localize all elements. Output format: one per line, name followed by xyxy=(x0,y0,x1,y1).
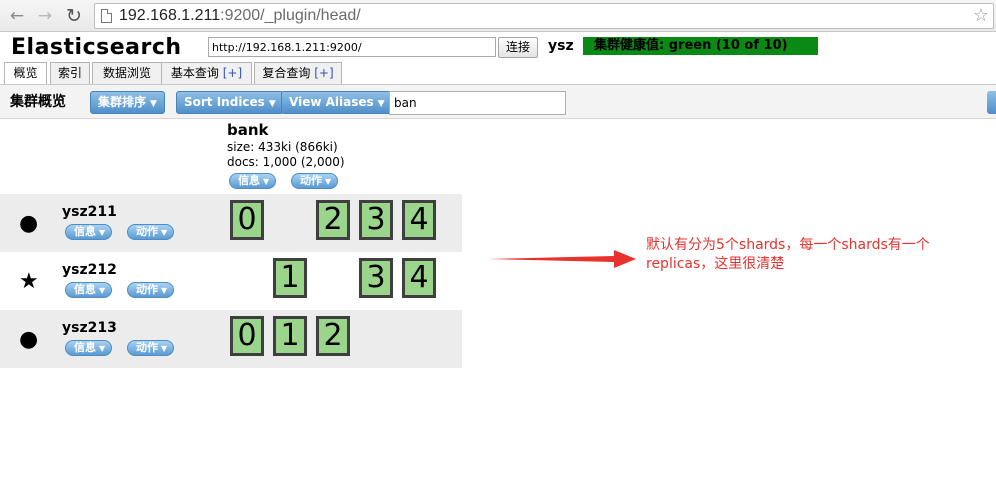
node-action-button[interactable]: 动作 ▼ xyxy=(127,340,175,356)
button-label: 集群排序 xyxy=(98,95,147,109)
index-docs: docs: 1,000 (2,000) xyxy=(227,155,345,169)
tab-plus: [+] xyxy=(222,66,243,80)
browser-toolbar: ← → ↻ 192.168.1.211:9200/_plugin/head/ ☆ xyxy=(0,0,996,32)
shard-box[interactable]: 3 xyxy=(359,258,393,298)
tab-label: 索引 xyxy=(57,66,82,80)
caret-down-icon: ▼ xyxy=(99,344,106,353)
node-row-ysz211: ● ysz211 信息 ▼ 动作 ▼ 0 2 3 4 xyxy=(0,194,462,252)
page-icon xyxy=(101,9,112,23)
node-info-button[interactable]: 信息 ▼ xyxy=(65,340,113,356)
shard-box[interactable]: 1 xyxy=(273,258,307,298)
button-label: 动作 xyxy=(300,174,322,187)
caret-down-icon: ▼ xyxy=(263,177,270,186)
address-path: :9200/_plugin/head/ xyxy=(220,7,361,24)
caret-down-icon: ▼ xyxy=(161,286,168,295)
tab-label: 概览 xyxy=(13,66,38,80)
node-name: ysz213 xyxy=(62,320,117,336)
caret-down-icon: ▼ xyxy=(161,344,168,353)
button-label: 信息 xyxy=(74,225,96,238)
tab-plus: [+] xyxy=(314,66,334,80)
node-action-button[interactable]: 动作 ▼ xyxy=(127,224,175,240)
node-name: ysz212 xyxy=(62,262,117,278)
tab-browser[interactable]: 数据浏览 xyxy=(92,62,162,84)
button-label: 动作 xyxy=(136,341,158,354)
back-arrow-icon[interactable]: ← xyxy=(6,5,28,27)
node-row-ysz212: ★ ysz212 信息 ▼ 动作 ▼ 1 3 4 xyxy=(0,252,462,310)
button-label: View Aliases xyxy=(289,95,374,109)
address-host: 192.168.1.211 xyxy=(119,7,221,24)
master-star-icon: ★ xyxy=(19,269,39,294)
button-label: 动作 xyxy=(136,283,158,296)
tab-overview[interactable]: 概览 xyxy=(4,62,47,85)
shard-box[interactable]: 0 xyxy=(230,316,264,356)
forward-arrow-icon[interactable]: → xyxy=(34,5,56,27)
node-info-button[interactable]: 信息 ▼ xyxy=(65,224,113,240)
caret-down-icon: ▼ xyxy=(161,228,168,237)
button-label: 动作 xyxy=(136,225,158,238)
shard-box[interactable]: 1 xyxy=(273,316,307,356)
refresh-button[interactable] xyxy=(987,91,996,114)
app-title: Elasticsearch xyxy=(11,35,182,60)
connection-url-input[interactable] xyxy=(208,37,496,57)
shard-box[interactable]: 2 xyxy=(316,200,350,240)
node-name: ysz211 xyxy=(62,204,117,220)
node-row-ysz213: ● ysz213 信息 ▼ 动作 ▼ 0 1 2 xyxy=(0,310,462,368)
caret-down-icon: ▼ xyxy=(99,228,106,237)
master-eligible-dot-icon: ● xyxy=(19,327,39,352)
node-info-button[interactable]: 信息 ▼ xyxy=(65,282,113,298)
button-label: Sort Indices xyxy=(184,95,265,109)
shard-box[interactable]: 3 xyxy=(359,200,393,240)
tab-label: 数据浏览 xyxy=(102,66,151,80)
button-label: 信息 xyxy=(74,283,96,296)
tab-indices[interactable]: 索引 xyxy=(50,62,90,84)
shard-box[interactable]: 4 xyxy=(402,200,436,240)
tab-label: 基本查询 xyxy=(170,66,219,80)
sort-cluster-button[interactable]: 集群排序 ▼ xyxy=(90,91,165,114)
index-name: bank xyxy=(227,121,269,139)
caret-down-icon: ▼ xyxy=(268,99,276,109)
master-eligible-dot-icon: ● xyxy=(19,211,39,236)
view-aliases-button[interactable]: View Aliases ▼ xyxy=(281,91,393,114)
index-size: size: 433ki (866ki) xyxy=(227,140,338,154)
index-filter-input[interactable] xyxy=(389,91,566,115)
overview-toolbar: 集群概览 集群排序 ▼ Sort Indices ▼ View Aliases ▼ xyxy=(0,84,996,119)
connect-button[interactable]: 连接 xyxy=(498,37,538,58)
bookmark-star-icon[interactable]: ☆ xyxy=(973,5,989,27)
shard-box[interactable]: 0 xyxy=(230,200,264,240)
toolbar-title: 集群概览 xyxy=(10,94,66,110)
index-info-button[interactable]: 信息 ▼ xyxy=(229,173,277,189)
reload-icon[interactable]: ↻ xyxy=(63,5,85,27)
node-action-button[interactable]: 动作 ▼ xyxy=(127,282,175,298)
sort-indices-button[interactable]: Sort Indices ▼ xyxy=(176,91,284,114)
caret-down-icon: ▼ xyxy=(377,99,385,109)
caret-down-icon: ▼ xyxy=(99,286,106,295)
shard-box[interactable]: 2 xyxy=(316,316,350,356)
caret-down-icon: ▼ xyxy=(150,99,157,109)
tab-label: 复合查询 xyxy=(262,66,311,80)
cluster-health-badge: 集群健康值: green (10 of 10) xyxy=(583,37,818,55)
annotation-text: 默认有分为5个shards，每一个shards有一个replicas，这里很清楚 xyxy=(646,237,930,272)
shard-box[interactable]: 4 xyxy=(402,258,436,298)
address-url[interactable]: 192.168.1.211:9200/_plugin/head/ xyxy=(119,6,361,26)
caret-down-icon: ▼ xyxy=(325,177,332,186)
annotation-arrow xyxy=(488,250,636,268)
button-label: 信息 xyxy=(74,341,96,354)
index-action-button[interactable]: 动作 ▼ xyxy=(291,173,339,189)
address-bar[interactable]: 192.168.1.211:9200/_plugin/head/ ☆ xyxy=(94,3,994,29)
tab-basic-query[interactable]: 基本查询 [+] xyxy=(161,62,252,84)
tab-compound-query[interactable]: 复合查询 [+] xyxy=(254,62,342,84)
button-label: 信息 xyxy=(238,174,260,187)
cluster-name: ysz xyxy=(548,38,574,54)
